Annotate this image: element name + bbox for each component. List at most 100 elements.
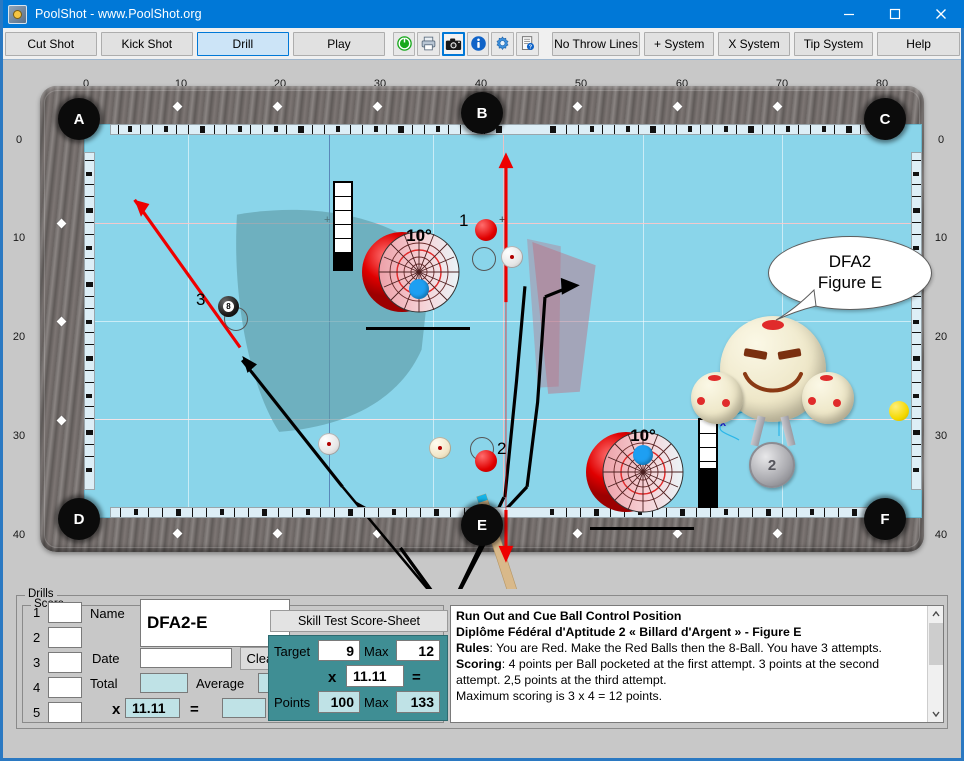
bottom-panel: Drills Score 1 2 3 4 5 Name DFA2-E Date …: [0, 588, 964, 761]
medal-badge: 2: [749, 442, 795, 488]
tip-contact-dot-bottom[interactable]: [633, 445, 653, 465]
score-row-label-2: 2: [33, 630, 41, 645]
scoring-label: Scoring: [456, 656, 502, 671]
score-input-1[interactable]: [48, 602, 82, 623]
tab-cut-shot[interactable]: Cut Shot: [4, 31, 97, 56]
target-max-value: 12: [396, 640, 440, 661]
aim-target-bottom[interactable]: 10°: [584, 422, 702, 530]
aim-target-top[interactable]: 10°: [360, 222, 478, 330]
window-border-left: [0, 0, 3, 761]
date-label: Date: [92, 651, 120, 666]
pocket-d[interactable]: D: [58, 498, 100, 540]
left-ruler-30: 30: [12, 430, 26, 442]
gear-icon[interactable]: [491, 31, 515, 56]
teal-multiplier-value[interactable]: 11.11: [346, 665, 404, 687]
target-label: Target: [274, 644, 311, 659]
shot-number-3: 3: [196, 290, 206, 309]
tip-contact-dot-top[interactable]: [409, 279, 429, 299]
button-tip-system[interactable]: Tip System: [793, 31, 874, 56]
button-no-throw-lines[interactable]: No Throw Lines: [551, 31, 640, 56]
description-scrollbar[interactable]: [927, 606, 943, 722]
score-row-label-5: 5: [33, 705, 41, 720]
ball-cue-contact-point[interactable]: [318, 433, 340, 455]
table-cloth[interactable]: + +: [84, 124, 932, 673]
rail-diamond: [772, 101, 783, 112]
score-row-label-1: 1: [33, 605, 41, 620]
aim-arrows: [498, 152, 514, 563]
scroll-up-icon[interactable]: [928, 606, 943, 622]
date-input[interactable]: [140, 648, 232, 668]
scroll-down-icon[interactable]: [928, 706, 943, 722]
pocket-a[interactable]: A: [58, 98, 100, 140]
shot-number-2: 2: [497, 439, 507, 458]
score-input-3[interactable]: [48, 652, 82, 673]
target-input[interactable]: 9: [318, 640, 360, 661]
score-input-5[interactable]: [48, 702, 82, 723]
window-controls: [826, 0, 964, 28]
pocket-f[interactable]: F: [864, 498, 906, 540]
pocket-c[interactable]: C: [864, 98, 906, 140]
app-icon: [8, 4, 27, 24]
tab-kick-shot[interactable]: Kick Shot: [100, 31, 193, 56]
scroll-thumb[interactable]: [929, 623, 943, 665]
skill-test-score-sheet-button[interactable]: Skill Test Score-Sheet: [270, 610, 448, 632]
pocket-b[interactable]: B: [461, 92, 503, 134]
score-input-4[interactable]: [48, 677, 82, 698]
help-document-icon[interactable]: ?: [516, 31, 539, 56]
pocket-e[interactable]: E: [461, 504, 503, 546]
total-label: Total: [90, 676, 118, 691]
tab-drill[interactable]: Drill: [196, 31, 289, 56]
close-icon[interactable]: [918, 0, 964, 28]
ball-red-2[interactable]: [475, 450, 497, 472]
scoring-text: : 4 points per Ball pocketed at the firs…: [456, 656, 880, 687]
info-icon[interactable]: [466, 31, 490, 56]
left-ruler-40: 40: [12, 529, 26, 541]
result-value: [222, 698, 266, 718]
button-x-system[interactable]: X System: [718, 31, 790, 56]
rules-text: : You are Red. Make the Red Balls then t…: [489, 640, 882, 655]
button-help[interactable]: Help: [877, 31, 960, 56]
speech-bubble-line-1: DFA2: [828, 252, 872, 272]
maximize-icon[interactable]: [872, 0, 918, 28]
camera-icon[interactable]: [442, 31, 465, 56]
minimize-icon[interactable]: [826, 0, 872, 28]
rules-label: Rules: [456, 640, 490, 655]
rail-diamond: [56, 218, 67, 229]
target-max-label: Max: [364, 644, 389, 659]
points-max-label: Max: [364, 695, 389, 710]
rail-diamond: [56, 316, 67, 327]
aim-angle-label-bottom: 10°: [630, 426, 656, 445]
tab-play[interactable]: Play: [292, 31, 385, 56]
points-value: 100: [318, 691, 360, 713]
ball-cue-ghost-position[interactable]: [501, 246, 523, 268]
teal-multiply-symbol: x: [328, 669, 337, 686]
power-icon[interactable]: [392, 31, 416, 56]
rail-diamond: [672, 101, 683, 112]
printer-icon[interactable]: [417, 31, 441, 56]
name-label: Name: [90, 606, 125, 621]
left-ruler-20: 20: [12, 331, 26, 343]
ball-8[interactable]: 8: [218, 296, 239, 317]
pool-table-area[interactable]: 0 10 20 30 40 50 60 70 80 0 10 20 30 40 …: [0, 61, 964, 673]
aim-angle-label-top: 10°: [406, 226, 432, 245]
description-subtitle: Diplôme Fédéral d'Aptitude 2 « Billard d…: [456, 624, 802, 639]
aim-baseline-top: [366, 327, 470, 330]
table-frame: + +: [40, 86, 932, 673]
ball-cue[interactable]: [429, 437, 451, 459]
left-ruler-10: 10: [12, 232, 26, 244]
speech-bubble-tail: [775, 288, 817, 321]
max-scoring-text: Maximum scoring is 3 x 4 = 12 points.: [456, 688, 663, 703]
score-row-label-4: 4: [33, 680, 41, 695]
drill-description-box[interactable]: Run Out and Cue Ball Control Position Di…: [450, 605, 944, 723]
medal-number: 2: [767, 456, 777, 474]
ball-red-1[interactable]: [475, 219, 497, 241]
speed-meter-top[interactable]: [333, 181, 353, 271]
total-value: [140, 673, 188, 693]
button-plus-system[interactable]: + System: [643, 31, 715, 56]
equals-symbol: =: [190, 701, 199, 718]
ball-yellow[interactable]: [889, 401, 909, 421]
multiply-symbol: x: [112, 701, 121, 718]
multiplier-value[interactable]: 11.11: [125, 698, 180, 718]
mascot-hand-right: [802, 372, 854, 424]
score-input-2[interactable]: [48, 627, 82, 648]
